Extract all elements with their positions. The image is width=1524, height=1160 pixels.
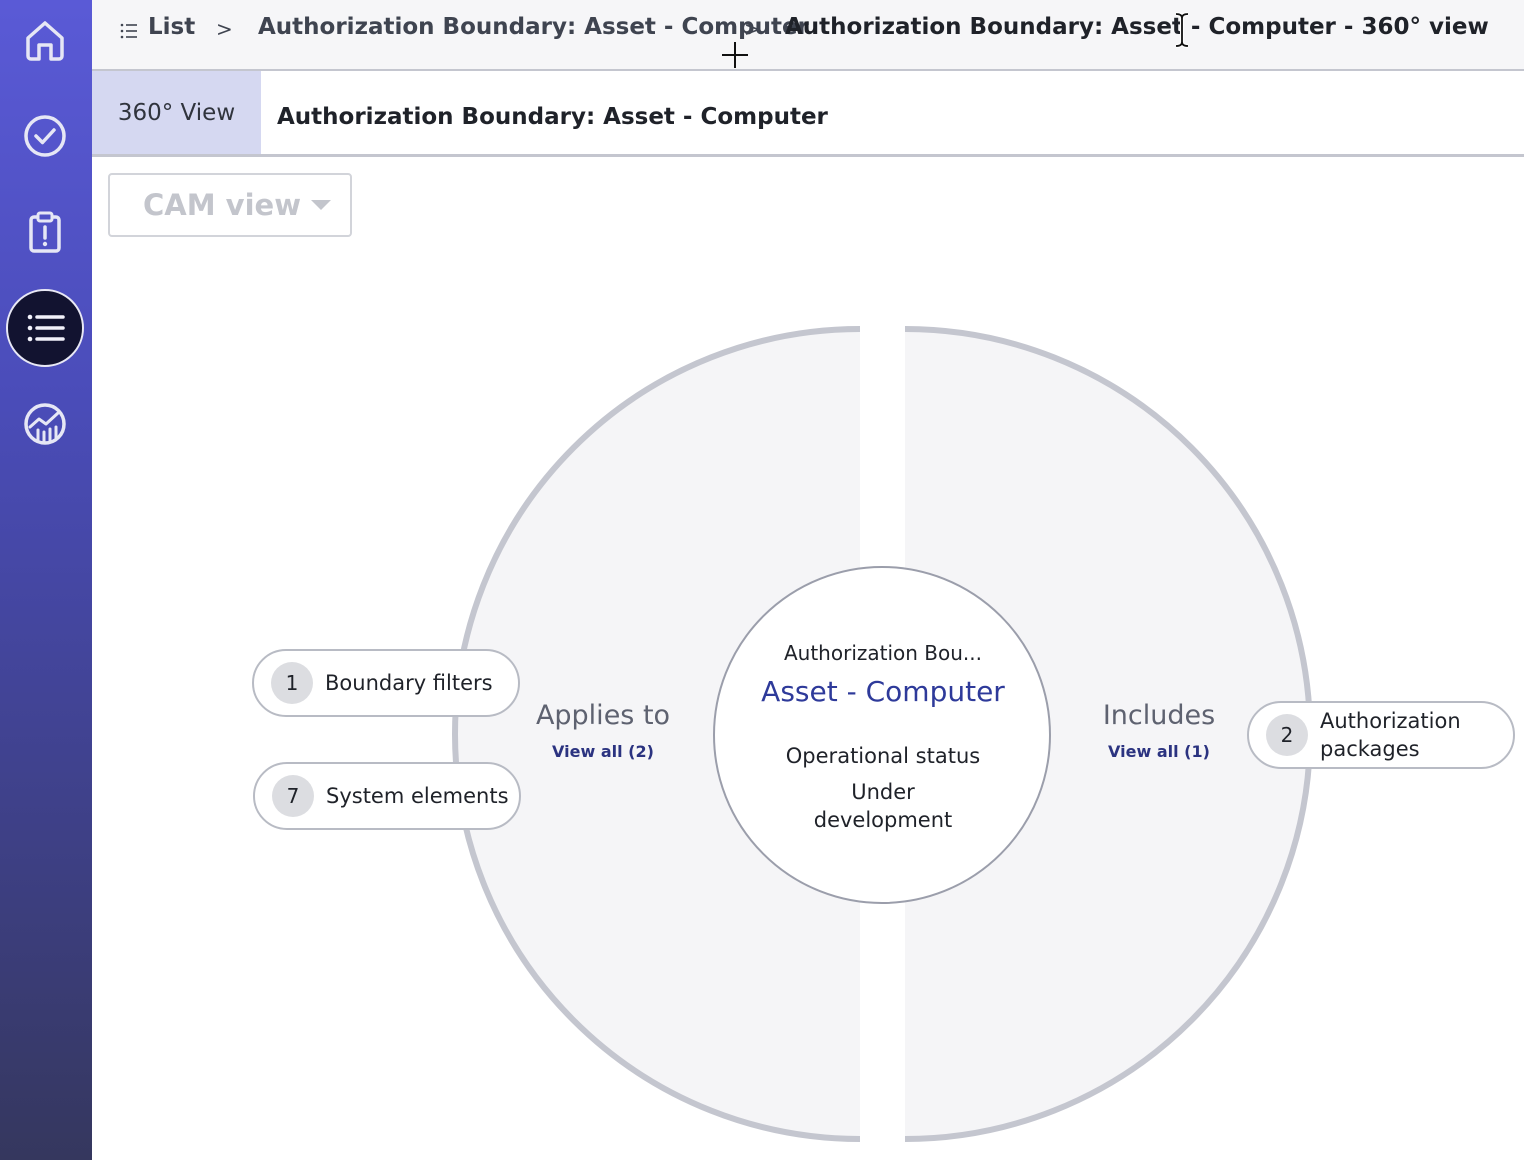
center-type-label: Authorization Bou... xyxy=(783,641,983,665)
pill-label: Authorization packages xyxy=(1320,709,1461,761)
relationship-diagram xyxy=(452,326,1313,1142)
pill-system-elements[interactable]: 7 System elements xyxy=(253,762,521,830)
includes-title: Includes xyxy=(1102,700,1216,731)
pill-boundary-filters[interactable]: 1 Boundary filters xyxy=(252,649,520,717)
status-label: Operational status xyxy=(785,744,981,768)
applies-to-title: Applies to xyxy=(535,700,671,731)
center-record-link[interactable]: Asset - Computer xyxy=(714,675,1052,708)
count-badge: 7 xyxy=(272,775,314,817)
text-cursor-icon xyxy=(1175,12,1189,48)
pill-authorization-packages[interactable]: 2 Authorization packages xyxy=(1247,701,1515,769)
crosshair-cursor-icon xyxy=(722,42,748,68)
pill-label: System elements xyxy=(326,784,509,808)
count-badge: 1 xyxy=(271,662,313,704)
applies-to-view-all-link[interactable]: View all (2) xyxy=(483,742,723,761)
status-value: Under development xyxy=(813,780,953,832)
count-badge: 2 xyxy=(1266,714,1308,756)
center-node xyxy=(713,566,1051,904)
pill-label: Boundary filters xyxy=(325,671,493,695)
includes-view-all-link[interactable]: View all (1) xyxy=(1039,742,1279,761)
